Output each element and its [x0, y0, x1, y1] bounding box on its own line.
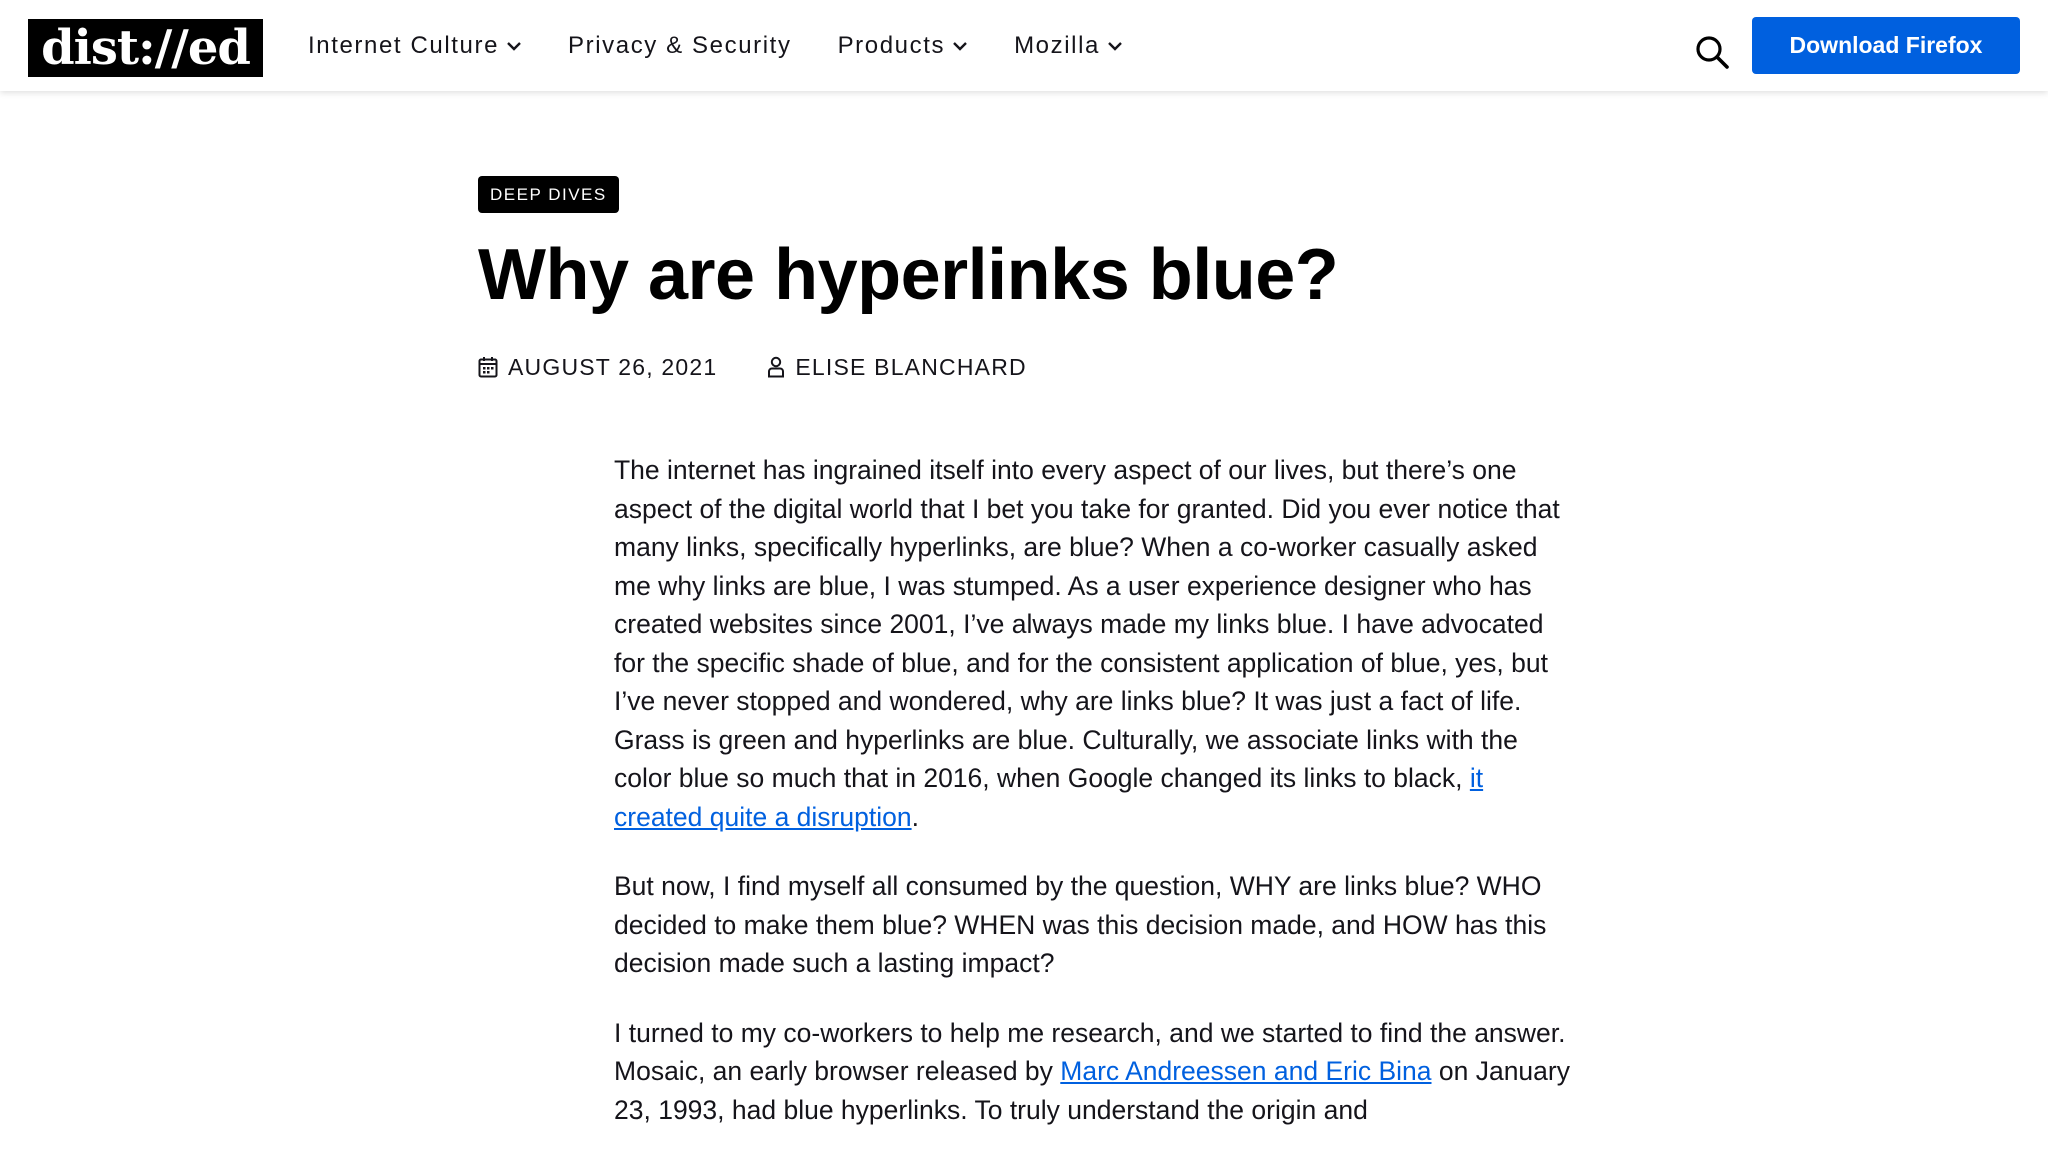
nav-item-privacy-security[interactable]: Privacy & Security	[568, 32, 792, 60]
nav-item-products[interactable]: Products	[838, 32, 969, 60]
author-byline[interactable]: ELISE BLANCHARD	[767, 354, 1026, 381]
paragraph: But now, I find myself all consumed by t…	[614, 871, 1547, 978]
article-meta: AUGUST 26, 2021 ELISE BLANCHARD	[478, 350, 1027, 384]
chevron-down-icon	[507, 41, 521, 51]
article-title: Why are hyperlinks blue?	[478, 235, 1339, 315]
article-body: The internet has ingrained itself into e…	[614, 451, 1574, 1160]
main-nav: Internet Culture Privacy & Security Prod…	[308, 0, 1169, 91]
inline-link[interactable]: Marc Andreessen and Eric Bina	[1060, 1056, 1431, 1086]
site-header: dist://ed Internet Culture Privacy & Sec…	[0, 0, 2048, 91]
nav-item-mozilla[interactable]: Mozilla	[1014, 32, 1123, 60]
calendar-icon	[478, 357, 498, 378]
nav-label: Products	[837, 31, 946, 59]
publish-date-text: AUGUST 26, 2021	[508, 353, 718, 380]
chevron-down-icon	[953, 41, 967, 51]
author-name: ELISE BLANCHARD	[795, 353, 1027, 380]
nav-label: Mozilla	[1014, 31, 1100, 59]
paragraph: The internet has ingrained itself into e…	[614, 455, 1560, 832]
search-icon[interactable]	[1694, 34, 1730, 70]
nav-label: Internet Culture	[308, 31, 500, 59]
paragraph: I turned to my co-workers to help me res…	[614, 1017, 1570, 1125]
category-tag[interactable]: DEEP DIVES	[478, 176, 619, 213]
download-firefox-button[interactable]: Download Firefox	[1752, 17, 2020, 74]
publish-date: AUGUST 26, 2021	[478, 354, 717, 381]
user-icon	[768, 356, 785, 378]
site-logo[interactable]: dist://ed	[28, 19, 263, 77]
nav-item-internet-culture[interactable]: Internet Culture	[308, 32, 522, 60]
chevron-down-icon	[1108, 41, 1122, 51]
nav-label: Privacy & Security	[568, 31, 792, 59]
